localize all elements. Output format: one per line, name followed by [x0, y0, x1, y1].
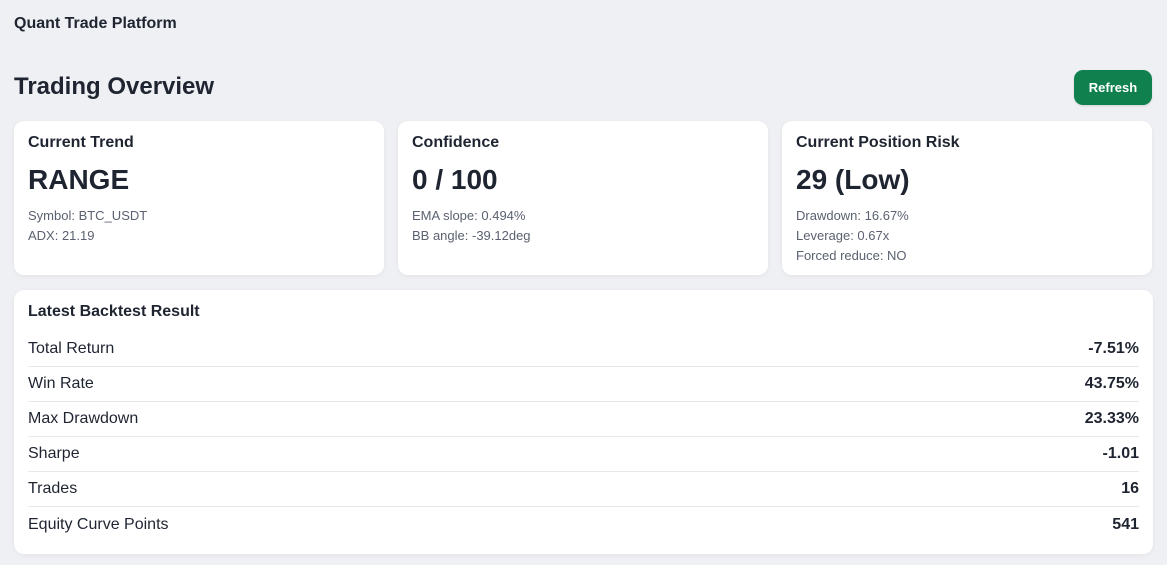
leverage-text: Leverage: 0.67x: [796, 228, 890, 243]
risk-value: 29 (Low): [796, 164, 910, 195]
metric-value: 43.75%: [1084, 375, 1139, 392]
card-details: EMA slope: 0.494% BB angle: -39.12deg: [412, 206, 754, 246]
drawdown-text: Drawdown: 16.67%: [796, 208, 909, 223]
metric-label: Sharpe: [28, 445, 80, 462]
page-title: Trading Overview: [14, 73, 215, 100]
bb-angle-text: BB angle: -39.12deg: [412, 228, 531, 243]
refresh-button[interactable]: Refresh: [1074, 70, 1152, 105]
metric-value: 541: [1112, 515, 1139, 533]
metric-row-sharpe: Sharpe -1.01: [28, 437, 1139, 472]
card-title: Current Trend: [28, 134, 134, 151]
metric-label: Max Drawdown: [28, 410, 139, 427]
card-details: Symbol: BTC_USDT ADX: 21.19: [28, 206, 370, 246]
metric-row-max-drawdown: Max Drawdown 23.33%: [28, 402, 1139, 437]
card-details: Drawdown: 16.67% Leverage: 0.67x Forced …: [796, 206, 1138, 266]
card-title: Current Position Risk: [796, 134, 960, 151]
metric-label: Total Return: [28, 340, 115, 357]
ema-slope-text: EMA slope: 0.494%: [412, 208, 526, 223]
forced-reduce-text: Forced reduce: NO: [796, 248, 907, 263]
backtest-result-card: Latest Backtest Result Total Return -7.5…: [14, 290, 1153, 554]
symbol-text: Symbol: BTC_USDT: [28, 208, 148, 223]
metric-row-equity-curve-points: Equity Curve Points 541: [28, 507, 1139, 542]
confidence-card: Confidence 0 / 100 EMA slope: 0.494% BB …: [398, 121, 768, 275]
metrics-list: Total Return -7.51% Win Rate 43.75% Max …: [28, 332, 1139, 542]
metric-row-trades: Trades 16: [28, 472, 1139, 507]
metric-value: -7.51%: [1088, 340, 1139, 357]
metric-row-win-rate: Win Rate 43.75%: [28, 367, 1139, 402]
card-title: Confidence: [412, 134, 500, 151]
metric-label: Win Rate: [28, 375, 94, 392]
trend-value: RANGE: [28, 164, 130, 195]
confidence-value: 0 / 100: [412, 164, 498, 195]
metric-value: -1.01: [1102, 445, 1139, 462]
metric-label: Trades: [28, 480, 78, 497]
metric-value: 16: [1121, 480, 1139, 497]
metric-label: Equity Curve Points: [28, 515, 169, 533]
metric-row-total-return: Total Return -7.51%: [28, 332, 1139, 367]
position-risk-card: Current Position Risk 29 (Low) Drawdown:…: [782, 121, 1152, 275]
adx-text: ADX: 21.19: [28, 228, 95, 243]
app-title: Quant Trade Platform: [14, 15, 177, 32]
current-trend-card: Current Trend RANGE Symbol: BTC_USDT ADX…: [14, 121, 384, 275]
metric-value: 23.33%: [1084, 410, 1139, 427]
card-title: Latest Backtest Result: [28, 303, 200, 320]
